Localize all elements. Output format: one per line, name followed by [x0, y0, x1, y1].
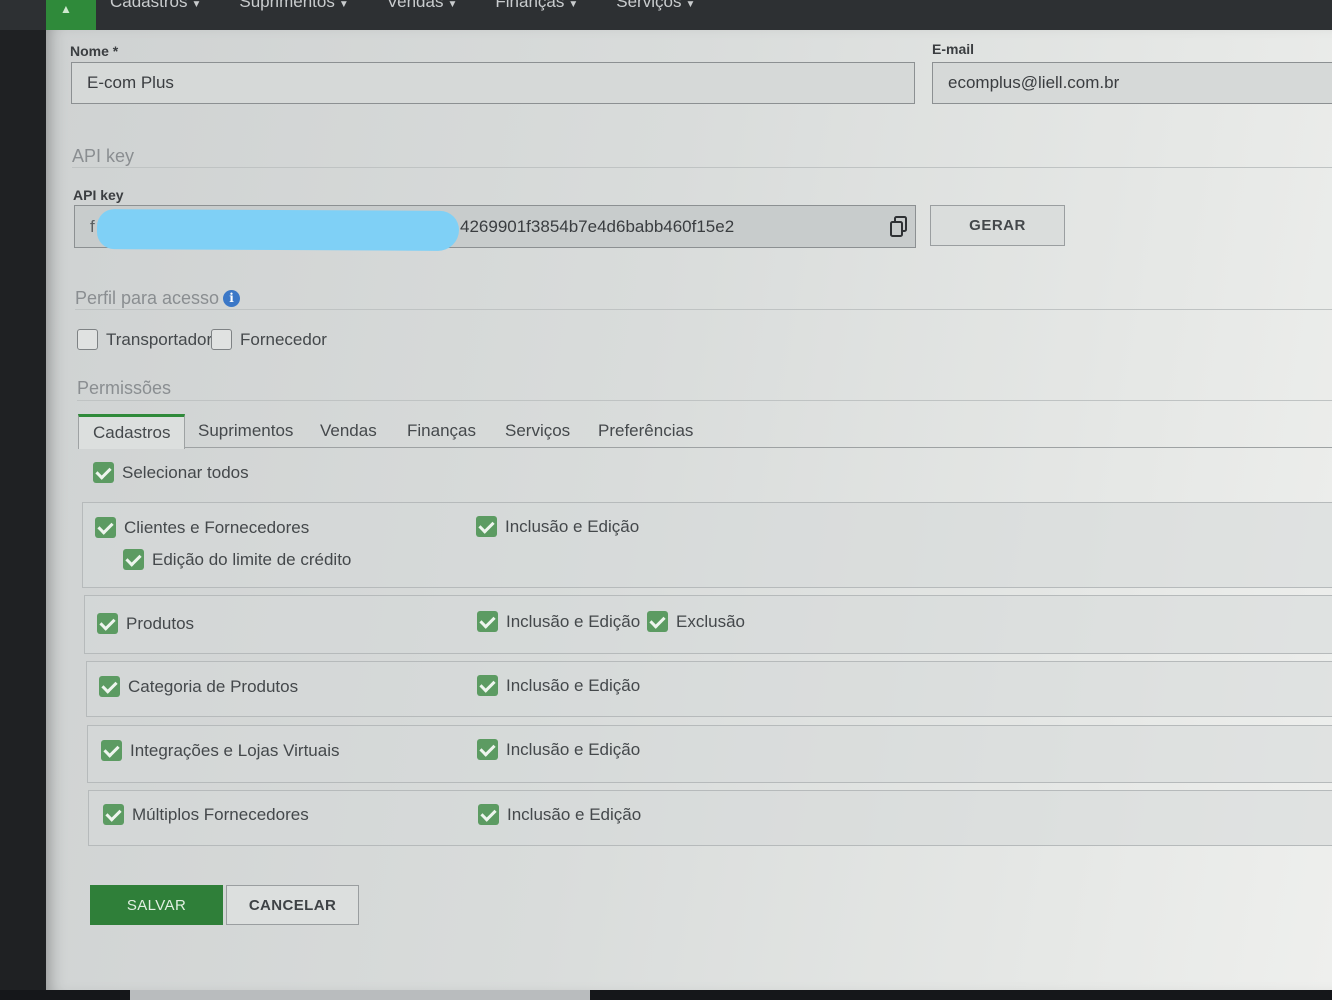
perm-categoria-inclusao[interactable]: Inclusão e Edição [477, 675, 640, 696]
perm-clientes-inclusao[interactable]: Inclusão e Edição [476, 516, 639, 537]
tab-preferencias[interactable]: Preferências [584, 414, 707, 448]
perm-integracoes-inclusao[interactable]: Inclusão e Edição [477, 739, 640, 760]
email-input[interactable]: ecomplus@liell.com.br [932, 62, 1332, 104]
checkbox-label: Inclusão e Edição [505, 516, 640, 536]
top-navbar: ▲ Cadastros ▼ Suprimentos ▼ Vendas ▼ Finanç… [0, 0, 1332, 30]
checkbox-label: Fornecedor [240, 329, 327, 349]
tab-suprimentos[interactable]: Suprimentos [184, 414, 307, 448]
api-key-input[interactable]: f 4269901f3854b7e4d6babb460f15e2 [74, 205, 916, 251]
nome-input[interactable]: E-com Plus [71, 62, 915, 104]
checkbox[interactable] [477, 675, 498, 696]
checkbox[interactable] [478, 804, 499, 825]
chevron-down-icon: ▼ [338, 0, 349, 10]
nav-financas[interactable]: Finanças ▼ [495, 0, 578, 12]
logo-icon: ▲ [60, 2, 72, 16]
tab-servicos[interactable]: Serviços [491, 414, 584, 448]
nav-label: Serviços [616, 0, 682, 11]
checkbox-label: Integrações e Lojas Virtuais [130, 740, 340, 760]
perm-multiplos-fornecedores[interactable]: Múltiplos Fornecedores [103, 804, 309, 825]
checkbox-label: Clientes e Fornecedores [124, 517, 310, 537]
perm-integracoes[interactable]: Integrações e Lojas Virtuais [101, 740, 339, 761]
select-all[interactable]: Selecionar todos [93, 462, 249, 483]
nome-label: Nome * [70, 43, 119, 59]
chevron-down-icon: ▼ [568, 0, 579, 10]
perm-limite-credito[interactable]: Edição do limite de crédito [123, 549, 351, 570]
nav-label: Vendas [386, 0, 444, 11]
perfil-fornecedor[interactable]: Fornecedor [211, 329, 327, 350]
perfil-title-text: Perfil para acesso [75, 288, 220, 308]
redaction-mask [96, 209, 460, 251]
chevron-down-icon: ▼ [685, 0, 696, 10]
checkbox[interactable] [97, 613, 118, 634]
taskbar [0, 990, 1332, 1000]
tab-cadastros[interactable]: Cadastros [78, 414, 186, 449]
api-section-title: API key [72, 146, 135, 166]
perm-produtos[interactable]: Produtos [97, 613, 194, 634]
perfil-section-title: Perfil para acesso i [75, 288, 241, 309]
checkbox[interactable] [93, 462, 114, 483]
checkbox[interactable] [77, 329, 98, 350]
tab-financas[interactable]: Finanças [393, 414, 490, 448]
chevron-down-icon: ▼ [191, 0, 202, 10]
app-logo[interactable]: ▲ [46, 0, 96, 30]
checkbox[interactable] [647, 611, 668, 632]
nav-suprimentos[interactable]: Suprimentos ▼ [239, 0, 348, 12]
checkbox[interactable] [99, 676, 120, 697]
checkbox-label: Inclusão e Edição [506, 739, 641, 759]
form-panel: Nome * E-com Plus E-mail ecomplus@liell.… [46, 30, 1332, 990]
checkbox[interactable] [95, 517, 116, 538]
tab-vendas[interactable]: Vendas [306, 414, 391, 448]
checkbox[interactable] [477, 611, 498, 632]
checkbox-label: Exclusão [676, 611, 745, 631]
perm-clientes-fornecedores[interactable]: Clientes e Fornecedores [95, 517, 309, 538]
api-key-label: API key [73, 187, 124, 203]
checkbox[interactable] [101, 740, 122, 761]
perm-produtos-inclusao[interactable]: Inclusão e Edição [477, 611, 640, 632]
checkbox[interactable] [477, 739, 498, 760]
taskbar-strip [130, 990, 590, 1000]
perm-produtos-exclusao[interactable]: Exclusão [647, 611, 745, 632]
copy-icon[interactable] [889, 215, 909, 239]
section-divider [75, 309, 1332, 310]
perfil-transportador[interactable]: Transportador [77, 329, 212, 350]
checkbox-label: Inclusão e Edição [507, 804, 642, 824]
checkbox[interactable] [103, 804, 124, 825]
checkbox-label: Inclusão e Edição [506, 611, 641, 631]
api-key-value: 4269901f3854b7e4d6babb460f15e2 [460, 216, 735, 236]
cancel-button[interactable]: CANCELAR [226, 885, 359, 925]
save-button[interactable]: SALVAR [90, 885, 223, 925]
nav-label: Suprimentos [239, 0, 335, 11]
nav-vendas[interactable]: Vendas ▼ [387, 0, 458, 12]
checkbox[interactable] [476, 516, 497, 537]
perm-multiplos-inclusao[interactable]: Inclusão e Edição [478, 804, 641, 825]
info-icon[interactable]: i [223, 290, 241, 307]
checkbox-label: Selecionar todos [122, 462, 249, 482]
permission-row [82, 502, 1332, 588]
permissoes-section-title: Permissões [77, 378, 172, 398]
checkbox-label: Transportador [106, 329, 213, 349]
checkbox-label: Categoria de Produtos [128, 676, 299, 696]
permission-tabs: Cadastros Suprimentos Vendas Finanças Se… [78, 414, 1332, 449]
checkbox[interactable] [123, 549, 144, 570]
generate-key-button[interactable]: GERAR [930, 205, 1065, 246]
checkbox-label: Inclusão e Edição [506, 675, 641, 695]
checkbox[interactable] [211, 329, 232, 350]
checkbox-label: Edição do limite de crédito [152, 549, 352, 569]
checkbox-label: Múltiplos Fornecedores [132, 804, 309, 824]
nav-label: Cadastros [110, 0, 188, 11]
section-divider [72, 167, 1332, 168]
email-label: E-mail [932, 41, 975, 57]
chevron-down-icon: ▼ [447, 0, 458, 10]
nav-label: Finanças [495, 0, 565, 11]
nav-cadastros[interactable]: Cadastros ▼ [110, 0, 201, 12]
checkbox-label: Produtos [126, 613, 195, 633]
section-divider [77, 400, 1332, 401]
nav-servicos[interactable]: Serviços ▼ [616, 0, 695, 12]
perm-categoria-produtos[interactable]: Categoria de Produtos [99, 676, 298, 697]
